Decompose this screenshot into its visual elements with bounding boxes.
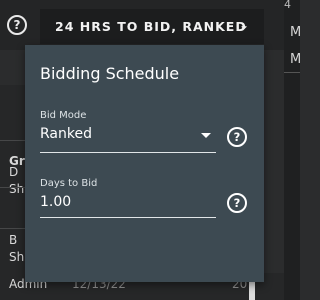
bid-mode-underline xyxy=(40,152,216,153)
days-to-bid-input[interactable]: 1.00 xyxy=(40,194,71,210)
divider xyxy=(0,140,25,141)
right-panel-item[interactable]: M xyxy=(290,25,301,40)
table-cell: B xyxy=(9,233,18,247)
table-cell: D xyxy=(9,165,19,179)
table-cell: Sh xyxy=(9,250,25,264)
right-panel-item[interactable]: M xyxy=(290,52,301,67)
popover-title: Bidding Schedule xyxy=(40,64,180,83)
bid-mode-label: Bid Mode xyxy=(40,110,87,121)
help-icon[interactable]: ? xyxy=(7,15,27,35)
days-to-bid-underline xyxy=(40,217,216,218)
days-to-bid-label: Days to Bid xyxy=(40,178,98,189)
table-cell: Sh xyxy=(9,182,25,196)
bidding-schedule-button[interactable]: 24 HRS TO BID, RANKED ⌄ xyxy=(40,9,264,44)
divider xyxy=(0,228,25,229)
divider xyxy=(0,187,25,188)
dropdown-arrow-icon[interactable] xyxy=(201,133,211,138)
chevron-down-icon: ⌄ xyxy=(238,18,250,32)
divider xyxy=(284,72,300,73)
bid-mode-select[interactable]: Ranked xyxy=(40,126,92,142)
bidding-schedule-label: 24 HRS TO BID, RANKED xyxy=(55,19,247,34)
help-icon[interactable]: ? xyxy=(227,127,247,147)
right-panel-top-text: 4 xyxy=(284,0,291,11)
right-panel xyxy=(284,0,300,300)
help-icon[interactable]: ? xyxy=(227,193,247,213)
